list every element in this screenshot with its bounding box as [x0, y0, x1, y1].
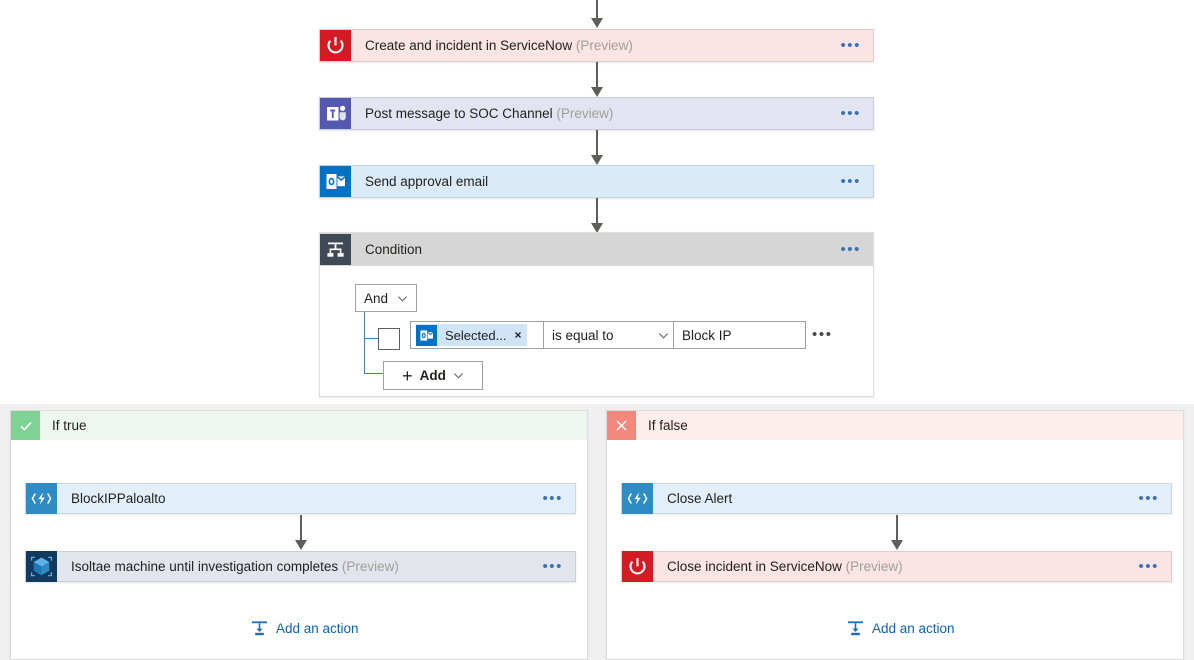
action-card-send-approval-email[interactable]: Send approval email ••• [319, 165, 874, 198]
condition-row-overflow-menu-button[interactable]: ••• [812, 324, 833, 346]
action-title-text: Close Alert [667, 491, 733, 506]
action-card-title: Create and incident in ServiceNow (Previ… [351, 38, 828, 53]
action-card-title: Close incident in ServiceNow (Preview) [653, 559, 1126, 574]
action-card-isolate-machine[interactable]: Isoltae machine until investigation comp… [25, 551, 576, 582]
azure-function-icon [622, 483, 653, 514]
action-title-text: Close incident in ServiceNow [667, 559, 842, 574]
branch-panel-if-true: If true BlockIPPaloalto ••• Isoltae mach… [10, 410, 588, 660]
add-action-icon [252, 621, 267, 636]
condition-body: And Selected... × is equal to Block IP •… [320, 266, 873, 397]
connector-arrow-3 [587, 198, 607, 233]
action-card-post-message-soc-channel[interactable]: Post message to SOC Channel (Preview) ••… [319, 97, 874, 130]
card-overflow-menu-button[interactable]: ••• [1126, 559, 1171, 574]
servicenow-power-icon [622, 551, 653, 582]
condition-tree-vertical [364, 312, 366, 374]
operator-label: is equal to [552, 327, 614, 343]
action-card-close-alert[interactable]: Close Alert ••• [621, 483, 1172, 514]
connector-arrow-top [587, 0, 607, 28]
branch-panel-if-false: If false Close Alert ••• Close incident … [606, 410, 1184, 660]
condition-conjunction-select[interactable]: And [355, 284, 417, 312]
outlook-icon [416, 324, 437, 346]
action-title-text: Create and incident in ServiceNow [365, 38, 573, 53]
card-overflow-menu-button[interactable]: ••• [530, 559, 575, 574]
card-overflow-menu-button[interactable]: ••• [828, 174, 873, 189]
preview-tag: (Preview) [341, 559, 399, 574]
add-an-action-button-if-true[interactable]: Add an action [251, 620, 359, 637]
card-overflow-menu-button[interactable]: ••• [530, 491, 575, 506]
chevron-down-icon [398, 295, 407, 302]
condition-row-checkbox[interactable] [378, 328, 400, 350]
condition-title: Condition [365, 242, 423, 257]
dynamic-content-token[interactable]: Selected... × [416, 324, 528, 346]
action-title-text: Send approval email [365, 174, 489, 189]
condition-card-header[interactable]: Condition ••• [320, 233, 873, 266]
connector-arrow-2 [587, 130, 607, 165]
add-label: Add [419, 368, 446, 383]
condition-tree-branch-add [364, 373, 383, 375]
condition-overflow-menu-button[interactable]: ••• [828, 242, 873, 257]
action-card-title: Post message to SOC Channel (Preview) [351, 106, 828, 121]
connector-arrow-true-1 [291, 515, 311, 550]
action-title-text: Isoltae machine until investigation comp… [71, 559, 339, 574]
condition-card[interactable]: Condition ••• And Selected... × is equal… [319, 232, 874, 397]
logic-app-designer-canvas: Create and incident in ServiceNow (Previ… [0, 0, 1194, 660]
conjunction-label: And [364, 290, 389, 306]
add-action-label: Add an action [276, 621, 359, 636]
branch-header-if-true: If true [11, 411, 587, 440]
action-title-text: Post message to SOC Channel [365, 106, 553, 121]
connector-arrow-false-1 [887, 515, 907, 550]
condition-left-operand-field[interactable]: Selected... × [410, 321, 544, 349]
condition-branch-icon [320, 234, 351, 265]
condition-add-button[interactable]: + Add [383, 361, 483, 390]
branch-label: If false [648, 418, 688, 433]
chevron-down-icon [453, 373, 463, 379]
card-overflow-menu-button[interactable]: ••• [828, 38, 873, 53]
outlook-icon [320, 166, 351, 197]
token-remove-icon[interactable]: × [514, 328, 521, 342]
action-card-close-incident-servicenow[interactable]: Close incident in ServiceNow (Preview) •… [621, 551, 1172, 582]
preview-tag: (Preview) [556, 106, 614, 121]
microsoft-teams-icon [320, 98, 351, 129]
action-card-blockippaloalto[interactable]: BlockIPPaloalto ••• [25, 483, 576, 514]
add-action-label: Add an action [872, 621, 955, 636]
defender-cube-icon [26, 551, 57, 582]
action-card-title: Close Alert [653, 491, 1126, 506]
card-overflow-menu-button[interactable]: ••• [828, 106, 873, 121]
card-overflow-menu-button[interactable]: ••• [1126, 491, 1171, 506]
action-card-title: BlockIPPaloalto [57, 491, 530, 506]
add-an-action-button-if-false[interactable]: Add an action [847, 620, 955, 637]
action-card-create-incident-servicenow[interactable]: Create and incident in ServiceNow (Previ… [319, 29, 874, 62]
action-card-title: Isoltae machine until investigation comp… [57, 559, 530, 574]
condition-tree-branch-row [364, 338, 378, 340]
preview-tag: (Preview) [845, 559, 903, 574]
preview-tag: (Preview) [575, 38, 633, 53]
branch-label: If true [52, 418, 87, 433]
chevron-down-icon [659, 332, 668, 339]
action-title-text: BlockIPPaloalto [71, 491, 166, 506]
condition-value-field[interactable]: Block IP [673, 321, 806, 349]
connector-arrow-1 [587, 62, 607, 97]
plus-icon: + [402, 365, 413, 386]
condition-value-text: Block IP [682, 327, 732, 343]
token-label: Selected... [445, 327, 507, 343]
condition-operator-select[interactable]: is equal to [543, 321, 678, 349]
close-x-icon [607, 411, 636, 440]
azure-function-icon [26, 483, 57, 514]
servicenow-power-icon [320, 30, 351, 61]
action-card-title: Send approval email [351, 174, 828, 189]
checkmark-icon [11, 411, 40, 440]
add-action-icon [848, 621, 863, 636]
branch-header-if-false: If false [607, 411, 1183, 440]
